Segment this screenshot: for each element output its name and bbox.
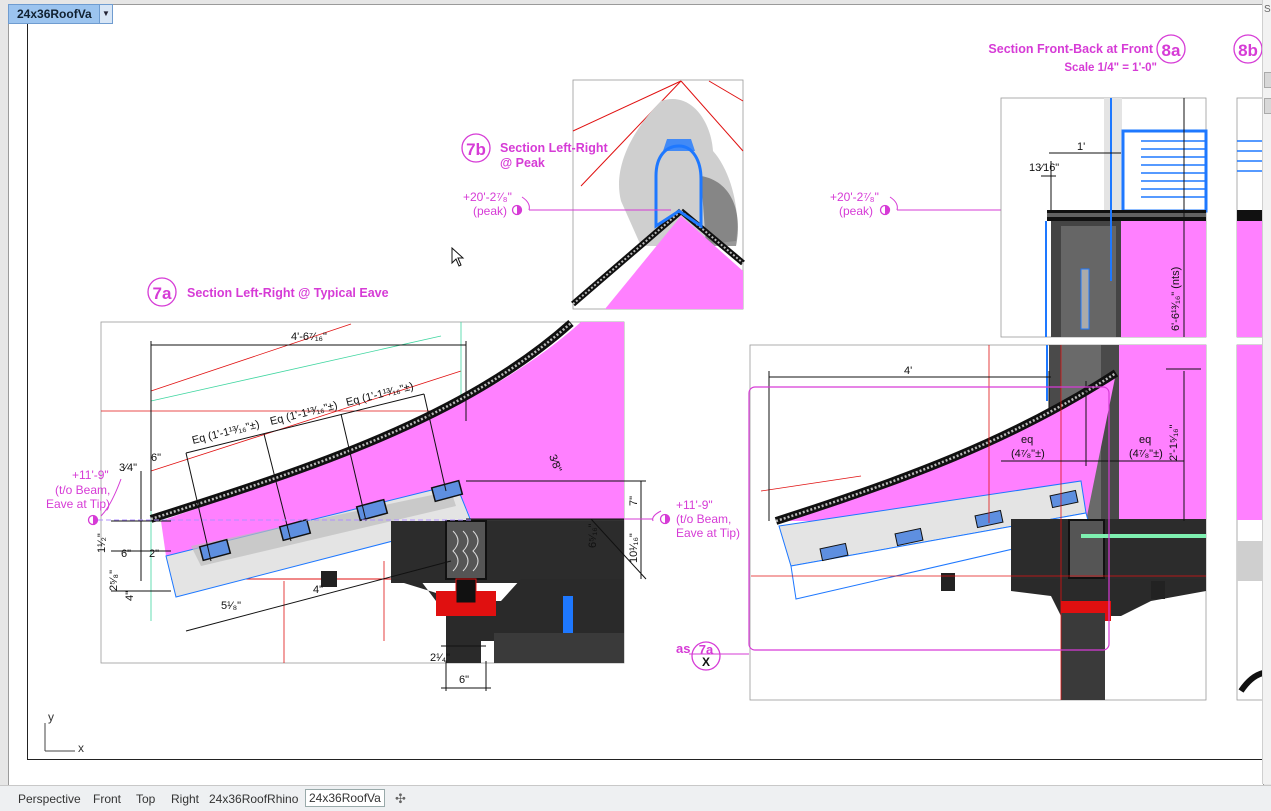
drawing-viewport[interactable]: 7b Section Left-Right @ Peak +20'-2⁷⁄₈" …	[8, 4, 1264, 786]
viewport-title-tab[interactable]: 24x36RoofVa ▼	[8, 4, 113, 24]
tab-front[interactable]: Front	[91, 791, 123, 807]
tab-right[interactable]: Right	[169, 791, 201, 807]
tab-perspective[interactable]: Perspective	[16, 791, 83, 807]
tab-24x36roofva[interactable]: 24x36RoofVa	[305, 789, 385, 807]
mouse-cursor-icon	[451, 247, 465, 267]
sheet-border	[27, 23, 1263, 760]
panel-scroll-button[interactable]	[1264, 98, 1271, 114]
chevron-down-icon[interactable]: ▼	[99, 5, 112, 23]
plus-icon[interactable]: ✣	[395, 791, 406, 807]
panel-scroll-button[interactable]	[1264, 72, 1271, 88]
tab-24x36roofrhino[interactable]: 24x36RoofRhino	[207, 791, 300, 807]
viewport-title: 24x36RoofVa	[17, 7, 92, 21]
right-panel-label: S	[1264, 4, 1271, 15]
tab-top[interactable]: Top	[134, 791, 157, 807]
right-panel-edge: S	[1262, 0, 1271, 784]
viewport-tabs-bar: Perspective Front Top Right 24x36RoofRhi…	[0, 785, 1271, 811]
